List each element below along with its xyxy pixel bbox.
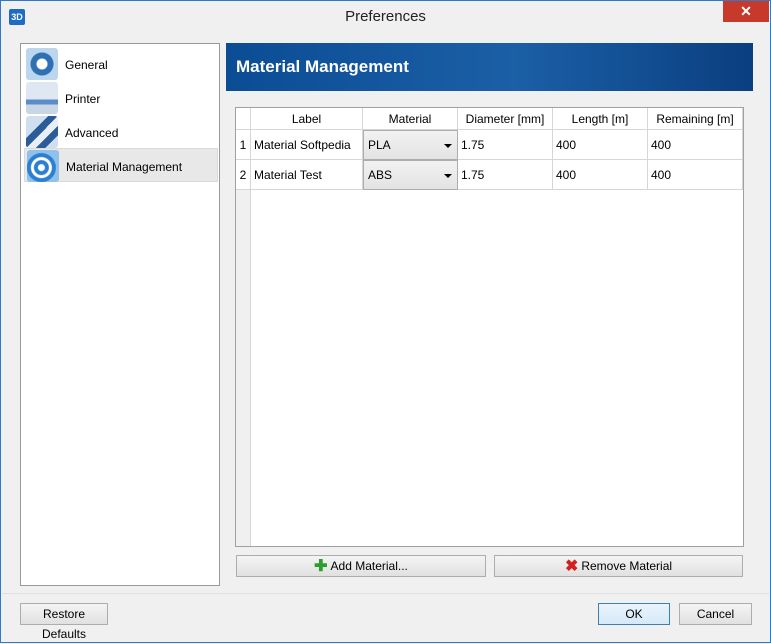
cell-length[interactable]: 400 <box>553 160 648 190</box>
cell-label[interactable]: Material Test <box>251 160 363 190</box>
sidebar-item-label: General <box>65 58 108 72</box>
row-number[interactable]: 2 <box>236 160 251 190</box>
section-header-banner: Material Management <box>226 43 753 91</box>
add-material-button[interactable]: ✚ Add Material... <box>236 555 486 577</box>
cell-label[interactable]: Material Softpedia <box>251 130 363 160</box>
sidebar-item-material-management[interactable]: Material Management <box>24 148 218 182</box>
tools-icon <box>26 116 58 148</box>
page-title: Material Management <box>236 57 409 76</box>
window-title: Preferences <box>345 8 426 25</box>
footer-divider <box>2 593 769 594</box>
ok-button[interactable]: OK <box>598 603 670 625</box>
cancel-button[interactable]: Cancel <box>679 603 752 625</box>
material-dropdown[interactable]: PLA <box>363 130 458 160</box>
column-header-label[interactable]: Label <box>251 108 363 130</box>
cell-diameter[interactable]: 1.75 <box>458 130 553 160</box>
column-header-diameter[interactable]: Diameter [mm] <box>458 108 553 130</box>
remove-material-label: Remove Material <box>581 559 673 573</box>
cell-length[interactable]: 400 <box>553 130 648 160</box>
cell-remaining[interactable]: 400 <box>648 160 743 190</box>
chevron-down-icon <box>444 174 452 178</box>
material-dropdown-value: ABS <box>368 168 393 182</box>
title-bar[interactable]: 3D Preferences ✕ <box>1 1 770 33</box>
material-dropdown[interactable]: ABS <box>363 160 458 190</box>
preferences-sidebar: General Printer Advanced Material Manage… <box>20 43 220 586</box>
cell-remaining[interactable]: 400 <box>648 130 743 160</box>
column-header-length[interactable]: Length [m] <box>553 108 648 130</box>
cell-diameter[interactable]: 1.75 <box>458 160 553 190</box>
printer-icon <box>26 82 58 114</box>
chevron-down-icon <box>444 144 452 148</box>
table-corner <box>236 108 251 130</box>
material-dropdown-value: PLA <box>368 138 391 152</box>
column-header-material[interactable]: Material <box>363 108 458 130</box>
plus-icon: ✚ <box>314 557 328 575</box>
add-material-label: Add Material... <box>330 559 408 573</box>
restore-defaults-button[interactable]: Restore Defaults <box>20 603 108 641</box>
sidebar-item-general[interactable]: General <box>24 47 218 81</box>
sidebar-item-printer[interactable]: Printer <box>24 81 218 115</box>
filament-spool-icon <box>27 150 59 182</box>
close-button[interactable]: ✕ <box>723 1 769 22</box>
preferences-window: 3D Preferences ✕ General Printer Advance… <box>0 0 771 643</box>
sidebar-item-label: Advanced <box>65 126 119 140</box>
remove-material-button[interactable]: ✖ Remove Material <box>494 555 743 577</box>
sidebar-item-advanced[interactable]: Advanced <box>24 115 218 149</box>
row-header-gutter <box>236 190 251 546</box>
materials-table: Label Material Diameter [mm] Length [m] … <box>235 107 744 547</box>
column-header-remaining[interactable]: Remaining [m] <box>648 108 743 130</box>
sidebar-item-label: Material Management <box>66 160 183 174</box>
remove-icon: ✖ <box>564 557 579 575</box>
row-number[interactable]: 1 <box>236 130 251 160</box>
sidebar-item-label: Printer <box>65 92 101 106</box>
gear-icon <box>26 48 58 80</box>
